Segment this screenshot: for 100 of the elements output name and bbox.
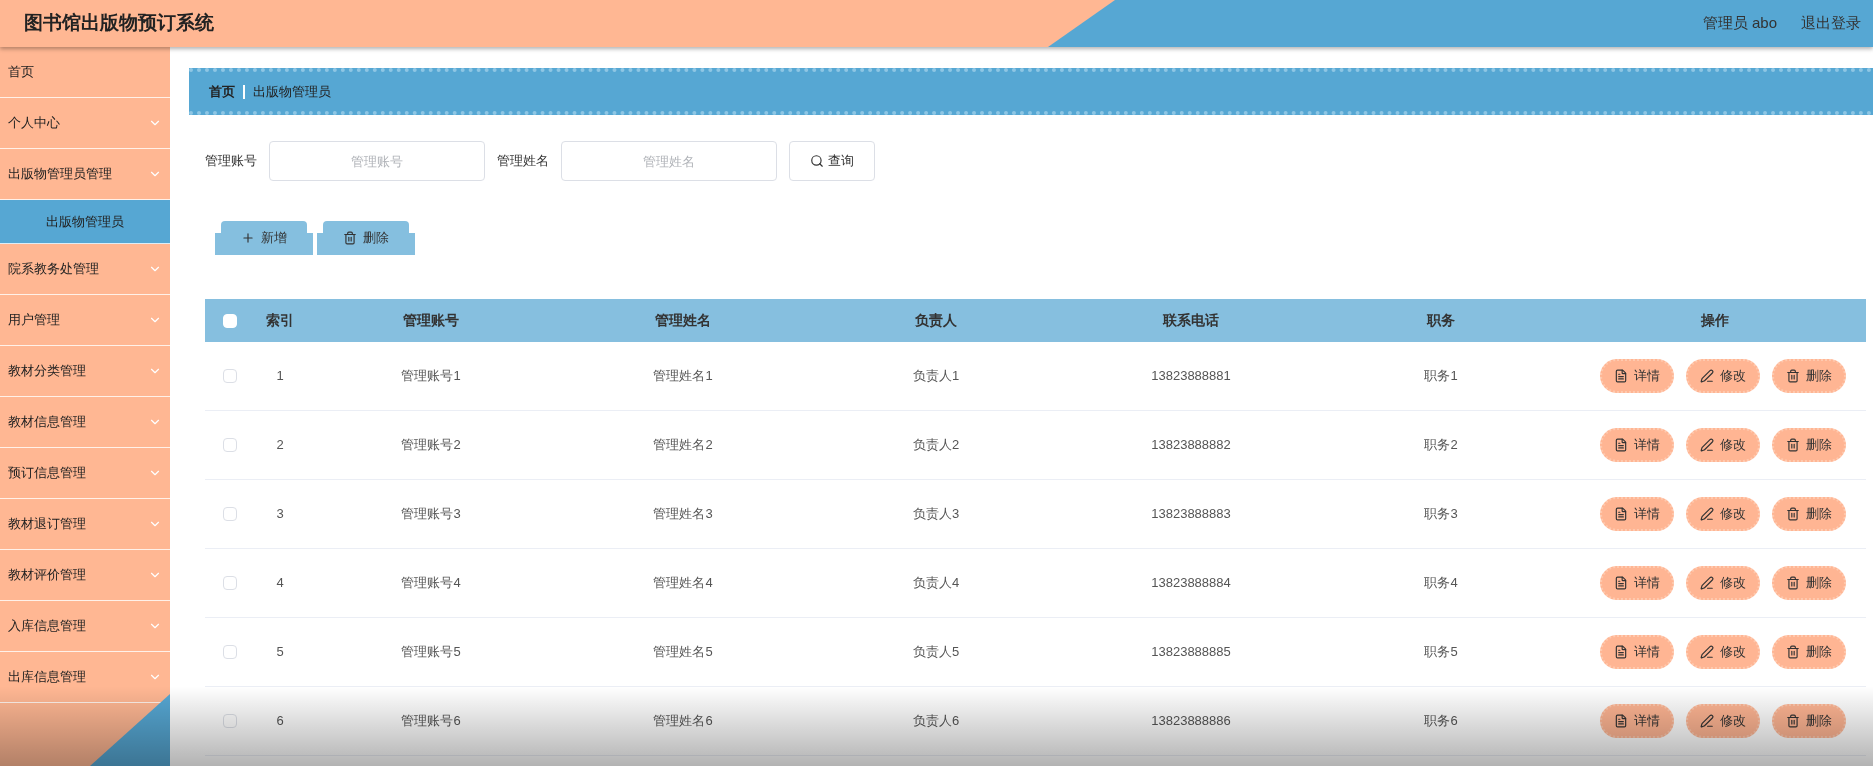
table-cell-text: 管理账号2 xyxy=(400,436,462,455)
document-icon xyxy=(1614,576,1628,590)
table-cell-text: 负责人4 xyxy=(911,574,961,593)
trash-icon xyxy=(1786,438,1800,452)
pen-icon xyxy=(1700,714,1714,728)
field-label: 管理账号 xyxy=(205,152,257,171)
search-field[interactable]: 管理姓名 xyxy=(561,141,777,181)
table-cell-text: 1 xyxy=(275,367,285,386)
detail-button[interactable]: 详情 xyxy=(1600,359,1674,393)
edit-button[interactable]: 修改 xyxy=(1686,497,1760,531)
menu-item[interactable]: 用户管理 xyxy=(0,295,170,346)
logout-link[interactable]: 退出登录 xyxy=(1801,12,1861,35)
checkbox[interactable] xyxy=(223,714,237,728)
table-cell-text: 职务6 xyxy=(1423,712,1459,731)
table-cell-text: 13823888883 xyxy=(1150,505,1232,524)
table-cell-text: 职务1 xyxy=(1423,367,1459,386)
table-cell-text: 2 xyxy=(275,436,285,455)
menu-item[interactable]: 教材分类管理 xyxy=(0,346,170,397)
table-cell-text: 管理姓名1 xyxy=(652,367,714,386)
table-cell-text: 管理姓名5 xyxy=(652,643,714,662)
trash-icon xyxy=(343,231,357,245)
field-label: 管理姓名 xyxy=(497,152,549,171)
detail-button[interactable]: 详情 xyxy=(1600,635,1674,669)
breadcrumb-link[interactable]: 首页 xyxy=(209,81,235,102)
document-icon xyxy=(1614,645,1628,659)
table-cell-text: 管理账号4 xyxy=(400,574,462,593)
delete-button[interactable]: 删除 xyxy=(1772,635,1846,669)
delete-button[interactable]: 删除 xyxy=(1772,428,1846,462)
column-header: 管理姓名 xyxy=(654,311,712,330)
pen-icon xyxy=(1700,576,1714,590)
trash-icon xyxy=(1786,369,1800,383)
menu-item[interactable]: 院系教务处管理 xyxy=(0,244,170,295)
user-name: 管理员 abo xyxy=(1702,13,1777,34)
document-icon xyxy=(1614,714,1628,728)
column-header: 操作 xyxy=(1699,311,1730,330)
pen-icon xyxy=(1700,369,1714,383)
table-cell-text: 管理姓名3 xyxy=(652,505,714,524)
table-cell-text: 职务5 xyxy=(1423,643,1459,662)
table-cell-text: 负责人2 xyxy=(911,436,961,455)
table-cell-text: 职务4 xyxy=(1423,574,1459,593)
search-icon xyxy=(810,154,824,168)
breadcrumb-link[interactable]: 出版物管理员 xyxy=(253,81,331,102)
app-title: 图书馆出版物预订系统 xyxy=(24,11,214,36)
table-cell-text: 13823888885 xyxy=(1150,643,1232,662)
document-icon xyxy=(1614,507,1628,521)
menu-item[interactable]: 个人中心 xyxy=(0,98,170,149)
checkbox[interactable] xyxy=(223,369,237,383)
table-cell-text: 4 xyxy=(275,574,285,593)
menu-item[interactable]: 首页 xyxy=(0,47,170,98)
table-cell-text: 13823888886 xyxy=(1150,712,1232,731)
table-cell-text: 管理姓名4 xyxy=(652,574,714,593)
delete-button[interactable]: 删除 xyxy=(1772,566,1846,600)
checkbox[interactable] xyxy=(223,576,237,590)
trash-icon xyxy=(1786,714,1800,728)
edit-button[interactable]: 修改 xyxy=(1686,428,1760,462)
plus-icon xyxy=(241,231,255,245)
pen-icon xyxy=(1700,645,1714,659)
search-button[interactable]: 查询 xyxy=(789,141,875,181)
detail-button[interactable]: 详情 xyxy=(1600,566,1674,600)
trash-icon xyxy=(1786,645,1800,659)
table-cell-text: 管理姓名2 xyxy=(652,436,714,455)
column-header: 索引 xyxy=(265,311,295,330)
table-cell-text: 管理账号6 xyxy=(400,712,462,731)
delete-button[interactable]: 删除 xyxy=(1772,497,1846,531)
pen-icon xyxy=(1700,507,1714,521)
checkbox[interactable] xyxy=(223,507,237,521)
delete-button[interactable]: 删除 xyxy=(1772,704,1846,738)
table-cell-text: 管理账号1 xyxy=(400,367,462,386)
detail-button[interactable]: 详情 xyxy=(1600,497,1674,531)
edit-button[interactable]: 修改 xyxy=(1686,704,1760,738)
column-header: 管理账号 xyxy=(402,311,460,330)
checkbox[interactable] xyxy=(223,438,237,452)
document-icon xyxy=(1614,369,1628,383)
table-cell-text: 负责人1 xyxy=(911,367,961,386)
table-cell-text: 负责人5 xyxy=(911,643,961,662)
menu-item[interactable]: 预订信息管理 xyxy=(0,448,170,499)
table-cell-text: 职务2 xyxy=(1423,436,1459,455)
menu-item[interactable]: 教材退订管理 xyxy=(0,499,170,550)
checkbox[interactable] xyxy=(223,645,237,659)
detail-button[interactable]: 详情 xyxy=(1600,428,1674,462)
submenu-item[interactable]: 出版物管理员 xyxy=(0,200,170,244)
pen-icon xyxy=(1700,438,1714,452)
table-cell-text: 负责人3 xyxy=(911,505,961,524)
detail-button[interactable]: 详情 xyxy=(1600,704,1674,738)
column-header: 联系电话 xyxy=(1161,311,1220,330)
edit-button[interactable]: 修改 xyxy=(1686,566,1760,600)
edit-button[interactable]: 修改 xyxy=(1686,359,1760,393)
menu-item[interactable]: 教材信息管理 xyxy=(0,397,170,448)
table-cell-text: 13823888882 xyxy=(1150,436,1232,455)
table-cell-text: 5 xyxy=(275,643,285,662)
table-cell-text: 管理姓名6 xyxy=(652,712,714,731)
menu-item[interactable]: 入库信息管理 xyxy=(0,601,170,652)
search-field[interactable]: 管理账号 xyxy=(269,141,485,181)
document-icon xyxy=(1614,438,1628,452)
table-cell-text: 3 xyxy=(275,505,285,524)
trash-icon xyxy=(1786,507,1800,521)
table-cell-text: 6 xyxy=(275,712,285,731)
delete-button[interactable]: 删除 xyxy=(1772,359,1846,393)
edit-button[interactable]: 修改 xyxy=(1686,635,1760,669)
menu-item[interactable]: 教材评价管理 xyxy=(0,550,170,601)
